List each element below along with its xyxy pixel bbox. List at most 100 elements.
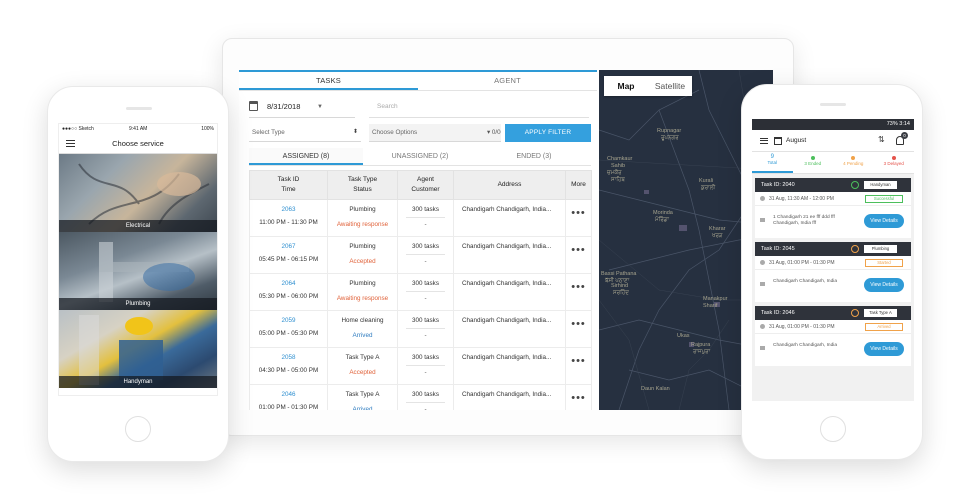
clock-icon — [760, 324, 765, 329]
more-actions-icon[interactable]: ••• — [565, 236, 592, 274]
header-task-type: Task Type — [347, 176, 378, 183]
home-button[interactable] — [125, 416, 151, 442]
promo-stage: TASKS AGENT 8/31/2018 ▼ Search Select Ty… — [0, 0, 970, 500]
task-id-link[interactable]: 2064 — [250, 279, 327, 288]
map-place-label: ਕੁਰਾਲੀ — [701, 185, 716, 191]
apply-filter-button[interactable]: APPLY FILTER — [505, 124, 591, 142]
location-icon — [760, 282, 765, 286]
cell-task-id: 2058 04:30 PM - 05:00 PM — [249, 347, 328, 385]
service-handyman[interactable]: Handyman — [59, 310, 217, 388]
table-row[interactable]: 2058 04:30 PM - 05:00 PM Task Type A Accept… — [249, 347, 592, 385]
more-actions-icon[interactable]: ••• — [565, 347, 592, 385]
count-label: Total — [767, 160, 777, 165]
task-id-link[interactable]: 2059 — [250, 316, 327, 325]
tab-agent[interactable]: AGENT — [418, 72, 597, 90]
more-actions-icon[interactable]: ••• — [565, 273, 592, 311]
task-card-address-row: Chandigarh Chandigarh, India View Details — [755, 334, 911, 366]
cell-task-type: Task Type A Arrived — [327, 384, 398, 410]
task-card[interactable]: Task ID: 2040 Handyman 31 Aug, 11:30 AM - … — [755, 178, 911, 238]
table-row[interactable]: 2063 11:00 PM - 11:30 PM Plumbing Awaiting … — [249, 199, 592, 237]
task-card[interactable]: Task ID: 2046 Task Type A 31 Aug, 01:00 PM… — [755, 306, 911, 366]
task-id-link[interactable]: 2046 — [250, 390, 327, 399]
task-id-link[interactable]: 2063 — [250, 205, 327, 214]
tab-assigned[interactable]: ASSIGNED (8) — [249, 148, 363, 165]
task-panel: TASKS AGENT 8/31/2018 ▼ Search Select Ty… — [239, 70, 597, 410]
dashboard: TASKS AGENT 8/31/2018 ▼ Search Select Ty… — [239, 70, 773, 410]
choose-options-dropdown[interactable]: Choose Options — [369, 124, 501, 142]
task-type: Plumbing — [349, 243, 376, 250]
hamburger-menu-icon[interactable] — [760, 138, 768, 144]
select-type-dropdown[interactable]: Select Type ⬍ — [249, 124, 361, 142]
more-actions-icon[interactable]: ••• — [565, 310, 592, 348]
view-details-button[interactable]: View Details — [864, 278, 904, 292]
task-status-pill: Started — [865, 259, 903, 267]
count-item[interactable]: 3 Delayed — [874, 152, 915, 173]
agent-name: 300 tasks — [406, 242, 445, 255]
more-actions-icon[interactable]: ••• — [565, 199, 592, 237]
table-row[interactable]: 2059 05:00 PM - 05:30 PM Home cleaning Arri… — [249, 310, 592, 348]
count-item[interactable]: 9 Total — [752, 152, 793, 173]
customer-name: - — [424, 406, 427, 410]
task-id-link[interactable]: 2067 — [250, 242, 327, 251]
column-header-address[interactable]: Address — [453, 170, 566, 200]
header-status: Status — [353, 186, 372, 193]
map-place-label: Sharif — [703, 303, 718, 309]
task-card-id: Task ID: 2046 — [761, 310, 795, 316]
home-button[interactable] — [820, 416, 846, 442]
map-place-label: Bassi Pathana — [601, 271, 637, 277]
header-agent: Agent — [417, 176, 434, 183]
tab-unassigned[interactable]: UNASSIGNED (2) — [363, 148, 477, 165]
map-place-label: Morinda — [653, 210, 673, 216]
more-actions-icon[interactable]: ••• — [565, 384, 592, 410]
tab-tasks[interactable]: TASKS — [239, 72, 418, 90]
task-card-address: Chandigarh Chandigarh, India — [773, 279, 838, 284]
column-header-agent[interactable]: Agent Customer — [397, 170, 454, 200]
service-plumbing[interactable]: Plumbing — [59, 232, 217, 310]
calendar-icon[interactable] — [774, 137, 782, 145]
task-time: 04:30 PM - 05:00 PM — [258, 367, 319, 374]
map-button[interactable]: Map — [604, 76, 648, 96]
search-input[interactable]: Search — [369, 96, 589, 118]
task-card[interactable]: Task ID: 2045 Plumbing 31 Aug, 01:00 PM - … — [755, 242, 911, 302]
date-picker[interactable]: 8/31/2018 ▼ — [249, 96, 355, 118]
phone-speaker — [820, 103, 846, 106]
task-status-pill: Successful — [865, 195, 903, 203]
satellite-button[interactable]: Satellite — [648, 76, 692, 96]
task-card-time-row: 31 Aug, 11:30 AM - 12:00 PM Successful — [755, 192, 911, 206]
customer-name: - — [424, 295, 427, 302]
map-place-label: ਖਰੜ — [712, 233, 723, 239]
column-header-more: More — [565, 170, 592, 200]
table-row[interactable]: 2064 05:30 PM - 06:00 PM Plumbing Awaiting … — [249, 273, 592, 311]
choose-options-label: Choose Options — [372, 129, 418, 136]
view-details-button[interactable]: View Details — [864, 342, 904, 356]
count-item[interactable]: 3 Ended — [793, 152, 834, 173]
cell-address: Chandigarh Chandigarh, India... — [453, 310, 566, 348]
month-label[interactable]: August — [786, 130, 806, 152]
cell-task-id: 2046 01:00 PM - 01:30 PM — [249, 384, 328, 410]
table-row[interactable]: 2046 01:00 PM - 01:30 PM Task Type A Arrive… — [249, 384, 592, 410]
task-card-address-row: Chandigarh Chandigarh, India View Details — [755, 270, 911, 302]
map-place-label: ਸਰਹਿੰਦ — [613, 290, 629, 296]
agent-name: 300 tasks — [406, 390, 445, 403]
column-header-task-id[interactable]: Task ID Time — [249, 170, 328, 200]
cell-task-type: Plumbing Accepted — [327, 236, 398, 274]
carrier-text: ●●●○○ Sketch — [62, 126, 94, 132]
agent-name: 300 tasks — [406, 279, 445, 292]
phone-speaker — [126, 107, 152, 110]
task-card-time: 31 Aug, 11:30 AM - 12:00 PM — [769, 196, 834, 202]
map-place-label: Kurali — [699, 178, 714, 184]
task-id-link[interactable]: 2058 — [250, 353, 327, 362]
table-row[interactable]: 2067 05:45 PM - 06:15 PM Plumbing Accepted 3… — [249, 236, 592, 274]
status-battery-time: 73% 3:14 — [886, 121, 910, 127]
cell-address: Chandigarh Chandigarh, India... — [453, 236, 566, 274]
task-card-header: Task ID: 2046 Task Type A — [755, 306, 911, 320]
select-type-label: Select Type — [252, 129, 285, 136]
count-item[interactable]: 4 Pending — [833, 152, 874, 173]
tab-ended[interactable]: ENDED (3) — [477, 148, 591, 165]
column-header-task-type[interactable]: Task Type Status — [327, 170, 398, 200]
filter-icon[interactable]: ⇅ — [878, 135, 885, 144]
task-status: Awaiting response — [336, 221, 389, 228]
service-electrical[interactable]: Electrical — [59, 154, 217, 232]
status-tabs: ASSIGNED (8) UNASSIGNED (2) ENDED (3) — [249, 148, 591, 166]
view-details-button[interactable]: View Details — [864, 214, 904, 228]
